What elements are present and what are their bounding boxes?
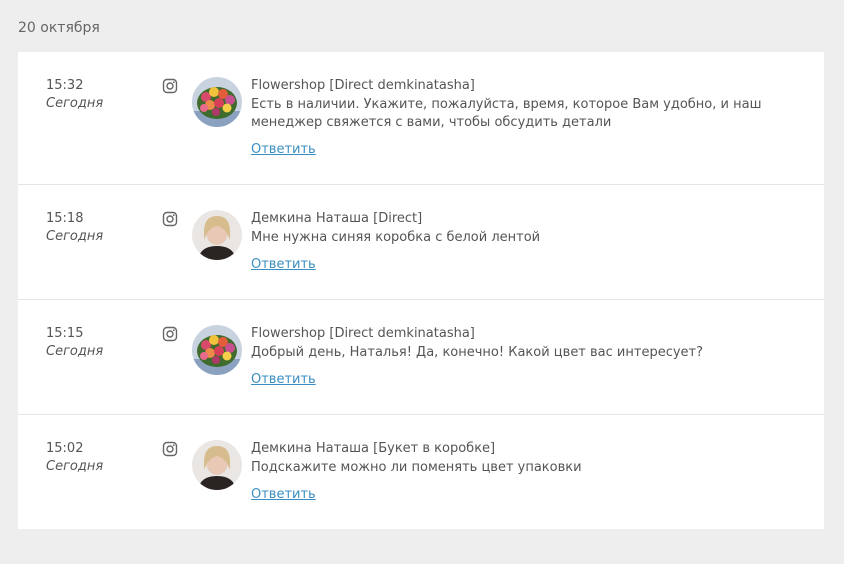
avatar	[192, 77, 242, 127]
sender-name: Flowershop [Direct demkinatasha]	[251, 326, 475, 341]
entry-day: Сегодня	[46, 229, 104, 244]
sender-name: Демкина Наташа [Букет в коробке]	[251, 441, 496, 456]
entry-time: 15:18	[46, 211, 84, 226]
message-text: Добрый день, Наталья! Да, конечно! Какой…	[251, 345, 704, 360]
feed-entry: 15:15 Сегодня Flowershop [Direct demkina…	[18, 300, 824, 415]
avatar	[192, 440, 242, 490]
date-header: 20 октября	[18, 20, 100, 36]
sender-name: Flowershop [Direct demkinatasha]	[251, 78, 475, 93]
reply-link[interactable]: Ответить	[251, 142, 316, 157]
instagram-icon	[162, 78, 178, 94]
message-text: Подскажите можно ли поменять цвет упаков…	[251, 460, 582, 475]
reply-link[interactable]: Ответить	[251, 372, 316, 387]
entry-time: 15:32	[46, 78, 84, 93]
feed-entry: 15:02 Сегодня Демкина Наташа [Букет в ко…	[18, 415, 824, 529]
instagram-icon	[162, 326, 178, 342]
reply-link[interactable]: Ответить	[251, 257, 316, 272]
message-text: Есть в наличии. Укажите, пожалуйста, вре…	[251, 97, 762, 130]
entry-day: Сегодня	[46, 96, 104, 111]
avatar	[192, 325, 242, 375]
message-text: Мне нужна синяя коробка с белой лентой	[251, 230, 541, 245]
entry-day: Сегодня	[46, 344, 104, 359]
entry-time: 15:02	[46, 441, 84, 456]
instagram-icon	[162, 441, 178, 457]
sender-name: Демкина Наташа [Direct]	[251, 211, 423, 226]
feed-entry: 15:32 Сегодня Flowershop [Direct demkina…	[18, 52, 824, 185]
entry-time: 15:15	[46, 326, 84, 341]
message-feed: 15:32 Сегодня Flowershop [Direct demkina…	[18, 52, 824, 529]
avatar	[192, 210, 242, 260]
reply-link[interactable]: Ответить	[251, 487, 316, 502]
instagram-icon	[162, 211, 178, 227]
entry-day: Сегодня	[46, 459, 104, 474]
feed-entry: 15:18 Сегодня Демкина Наташа [Direct] Мн…	[18, 185, 824, 300]
